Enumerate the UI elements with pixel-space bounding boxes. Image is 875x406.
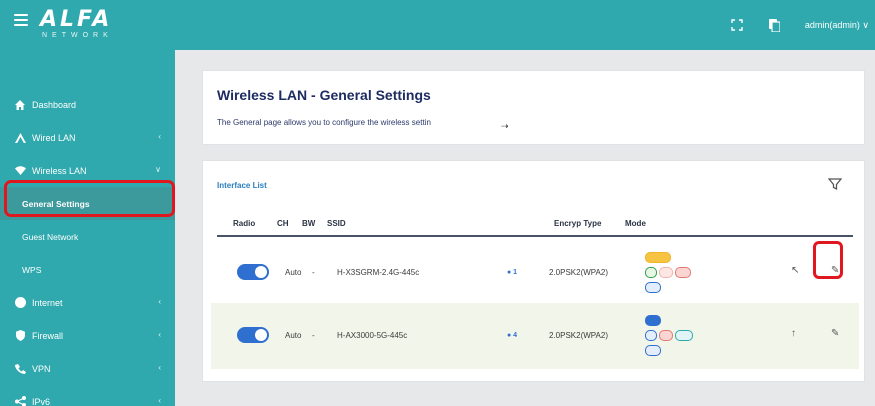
top-bar: ALFA NETWORK admin(admin) ∨ [0, 0, 875, 50]
mode-badge [645, 267, 657, 278]
mode-badge [659, 267, 673, 278]
page-description: The General page allows you to configure… [217, 118, 431, 127]
sidebar-item-wps[interactable]: WPS [0, 253, 175, 286]
fullscreen-icon[interactable] [729, 17, 745, 33]
table-row: Auto - H-AX3000-5G-445c ● 4 2.0PSK2(WPA2… [211, 303, 859, 369]
sidebar-item-ipv6[interactable]: IPv6 ‹ [0, 385, 175, 406]
share-icon [14, 396, 26, 406]
radio-toggle[interactable] [237, 327, 269, 343]
alfa-logo[interactable]: ALFA NETWORK [40, 8, 113, 40]
sidebar-item-wired-lan[interactable]: Wired LAN ‹ [0, 121, 175, 154]
column-header-encryption: Encryp Type [554, 219, 602, 228]
sidebar-item-label: General Settings [22, 198, 90, 209]
encryption-value: 2.0PSK2(WPA2) [549, 331, 608, 340]
sidebar-item-label: Dashboard [32, 99, 77, 110]
chevron-left-icon: ‹ [158, 330, 161, 339]
settings-icon[interactable]: ↖ [791, 265, 799, 276]
user-menu[interactable]: admin(admin) ∨ [805, 20, 869, 31]
chevron-down-icon: ∨ [155, 165, 161, 174]
sidebar-item-label: IPv6 [32, 396, 51, 406]
edit-icon[interactable]: ✎ [831, 328, 839, 339]
network-icon [14, 132, 26, 144]
sidebar-item-label: Guest Network [22, 231, 79, 242]
column-header-ch: CH [277, 219, 289, 228]
mode-badge [645, 315, 661, 326]
globe-icon [14, 297, 26, 309]
sidebar-item-label: Internet [32, 297, 63, 308]
bandwidth-value: - [312, 331, 315, 340]
sidebar-item-wireless-lan[interactable]: Wireless LAN ∨ [0, 154, 175, 187]
radio-toggle[interactable] [237, 264, 269, 280]
ssid-value: H-AX3000-5G-445c [337, 331, 408, 340]
sidebar-item-internet[interactable]: Internet ‹ [0, 286, 175, 319]
bandwidth-value: - [312, 268, 315, 277]
sidebar-item-label: Firewall [32, 330, 64, 341]
settings-icon[interactable]: ↑ [791, 328, 796, 339]
client-count-badge: ● 1 [507, 269, 518, 276]
top-actions: admin(admin) ∨ [729, 0, 875, 50]
wifi-icon [14, 165, 26, 177]
edit-icon[interactable]: ✎ [831, 265, 839, 276]
filter-icon[interactable] [827, 177, 843, 191]
table-header: Radio CH BW SSID Encryp Type Mode [217, 211, 853, 237]
column-header-ssid: SSID [327, 219, 346, 228]
encryption-value: 2.0PSK2(WPA2) [549, 268, 608, 277]
mode-badge [659, 330, 673, 341]
mode-badge [675, 267, 691, 278]
sidebar-item-general-settings[interactable]: General Settings [0, 187, 175, 220]
shield-icon [14, 330, 26, 342]
interface-list-card: Interface List Radio CH BW SSID Encryp T… [202, 160, 865, 382]
chevron-left-icon: ‹ [158, 363, 161, 372]
client-count-badge: ● 4 [507, 332, 518, 339]
sidebar-item-label: Wired LAN [32, 132, 76, 143]
vpn-icon [14, 363, 26, 375]
sidebar-item-vpn[interactable]: VPN ‹ [0, 352, 175, 385]
sidebar: Dashboard Wired LAN ‹ Wireless LAN ∨ Gen… [0, 50, 175, 406]
mode-badge [645, 252, 671, 263]
sidebar-item-label: VPN [32, 363, 51, 374]
chevron-left-icon: ‹ [158, 132, 161, 141]
sidebar-item-dashboard[interactable]: Dashboard [0, 88, 175, 121]
sidebar-item-firewall[interactable]: Firewall ‹ [0, 319, 175, 352]
chevron-left-icon: ‹ [158, 297, 161, 306]
chevron-left-icon: ‹ [158, 396, 161, 405]
mode-badge [645, 330, 657, 341]
channel-value: Auto [285, 331, 302, 340]
mode-badge [645, 345, 661, 356]
sidebar-item-guest-network[interactable]: Guest Network [0, 220, 175, 253]
home-icon [14, 99, 26, 111]
sidebar-item-label: WPS [22, 264, 42, 275]
mode-badge [645, 282, 661, 293]
page-header-card: Wireless LAN - General Settings The Gene… [202, 70, 865, 145]
column-header-mode: Mode [625, 219, 646, 228]
channel-value: Auto [285, 268, 302, 277]
document-icon[interactable] [767, 17, 783, 33]
sidebar-item-label: Wireless LAN [32, 165, 87, 176]
menu-toggle-icon[interactable] [14, 14, 28, 26]
ssid-value: H-X3SGRM-2.4G-445c [337, 268, 420, 277]
section-title: Interface List [217, 181, 267, 190]
page-title: Wireless LAN - General Settings [217, 87, 431, 103]
mode-badge [675, 330, 693, 341]
mouse-cursor-icon: ⇢ [501, 121, 509, 131]
column-header-radio: Radio [233, 219, 256, 228]
column-header-bw: BW [302, 219, 316, 228]
table-row: Auto - H-X3SGRM-2.4G-445c ● 1 2.0PSK2(WP… [211, 240, 859, 306]
